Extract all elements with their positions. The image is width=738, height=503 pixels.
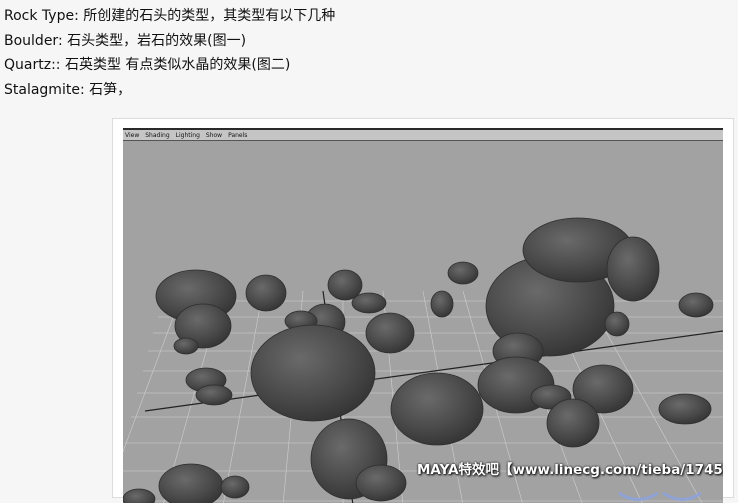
watermark-logo — [618, 491, 702, 501]
menu-lighting[interactable]: Lighting — [176, 130, 200, 140]
description: Rock Type: 所创建的石头的类型，其类型有以下几种 Boulder: 石… — [4, 4, 335, 102]
viewport-menubar: View Shading Lighting Show Panels — [123, 130, 723, 141]
menu-panels[interactable]: Panels — [228, 130, 247, 140]
menu-show[interactable]: Show — [206, 130, 222, 140]
menu-view[interactable]: View — [125, 130, 139, 140]
rock-type-line: Rock Type: 所创建的石头的类型，其类型有以下几种 — [4, 8, 336, 24]
menu-shading[interactable]: Shading — [145, 130, 169, 140]
figure-image-frame: View Shading Lighting Show Panels MAYA特效… — [112, 118, 734, 503]
rock-scene — [123, 217, 723, 503]
quartz-line: Quartz:: 石英类型 有点类似水晶的效果(图二) — [4, 57, 291, 73]
watermark-text: MAYA特效吧【www.linecg.com/tieba/1745】 — [417, 462, 723, 478]
stalagmite-line: Stalagmite: 石笋， — [4, 81, 132, 98]
maya-viewport-screenshot: View Shading Lighting Show Panels MAYA特效… — [123, 128, 723, 503]
boulder-line: Boulder: 石头类型，岩石的效果(图一) — [4, 32, 247, 49]
